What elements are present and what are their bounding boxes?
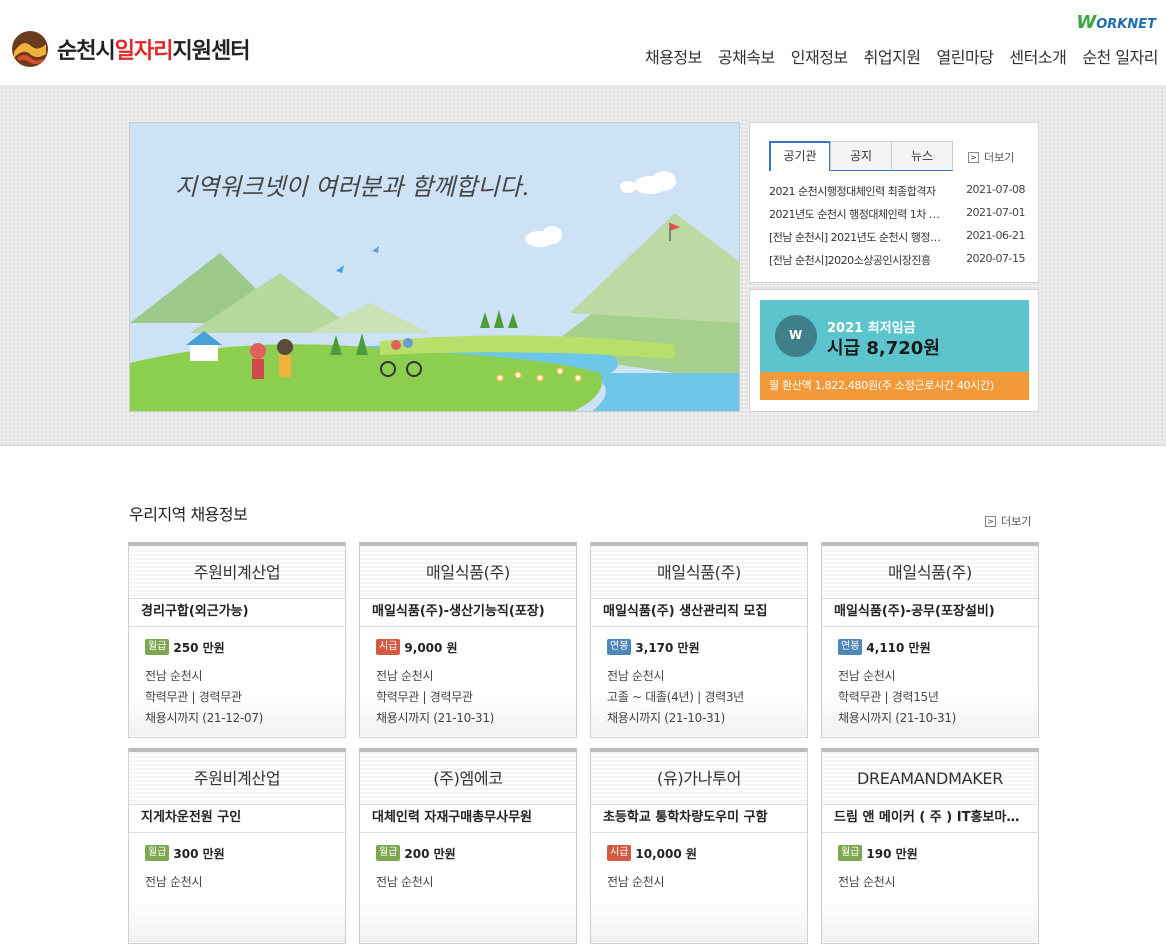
pay-type-badge: 월급 bbox=[145, 845, 170, 861]
banner-slogan: 지역워크넷이 여러분과 함께합니다. bbox=[175, 173, 529, 201]
pay-type-badge: 연봉 bbox=[607, 639, 632, 655]
job-deadline: 채용시까지 (21-10-31) bbox=[838, 711, 957, 725]
job-pay: 3,170 만원 bbox=[635, 640, 700, 655]
worknet-link[interactable]: WORKNET bbox=[1076, 12, 1156, 33]
job-company: 주원비계산업 bbox=[129, 752, 345, 805]
job-deadline: 채용시까지 (21-10-31) bbox=[376, 711, 495, 725]
logo-text: 순천시일자리지원센터 bbox=[57, 39, 250, 64]
job-company: 주원비계산업 bbox=[129, 546, 345, 599]
job-deadline: 채용시까지 (21-12-07) bbox=[145, 711, 264, 725]
job-pay: 10,000 원 bbox=[635, 846, 697, 861]
job-title: 드림 앤 메이커 ( 주 ) IT홍보마케터 bbox=[822, 805, 1038, 833]
job-pay: 250 만원 bbox=[173, 640, 225, 655]
pay-type-badge: 시급 bbox=[607, 845, 632, 861]
job-company: 매일식품(주) bbox=[360, 546, 576, 599]
list-item[interactable]: 2021년도 순천시 행정대체인력 1차 합격자 2021-07-01 bbox=[769, 206, 1025, 229]
job-location: 전남 순천시 bbox=[838, 669, 896, 683]
pay-type-badge: 연봉 bbox=[838, 639, 863, 655]
job-company: 매일식품(주) bbox=[822, 546, 1038, 599]
job-card[interactable]: (유)가나투어 초등학교 통학차량도우미 구함 시급 10,000 원 전남 순천… bbox=[590, 748, 808, 944]
job-pay: 300 만원 bbox=[173, 846, 225, 861]
job-company: (주)엠에코 bbox=[360, 752, 576, 805]
job-card[interactable]: 매일식품(주) 매일식품(주)-공무(포장설비) 연봉 4,110 만원 전남 순… bbox=[821, 542, 1039, 738]
notice-list: 2021 순천시행정대체인력 최종합격자 2021-07-08 2021년도 순천… bbox=[769, 183, 1025, 275]
job-title: 매일식품(주)-생산기능직(포장) bbox=[360, 599, 576, 627]
job-pay: 200 만원 bbox=[404, 846, 456, 861]
job-requirements: 학력무관 | 경력무관 bbox=[145, 690, 242, 704]
site-header: 순천시일자리지원센터 WORKNET 채용정보 공채속보 인재정보 취업지원 열… bbox=[0, 0, 1166, 86]
wage-monthly: 월 환산액 1,822,480원(주 소정근로시간 40시간) bbox=[760, 372, 1029, 400]
list-item[interactable]: [전남 순천시] 2021년도 순천시 행정대체 2021-06-21 bbox=[769, 229, 1025, 252]
job-title: 초등학교 통학차량도우미 구함 bbox=[591, 805, 807, 833]
job-deadline: 채용시까지 (21-10-31) bbox=[607, 711, 726, 725]
notice-more-link[interactable]: > 더보기 bbox=[968, 149, 1014, 165]
tab-news[interactable]: 뉴스 bbox=[891, 141, 953, 171]
site-logo[interactable]: 순천시일자리지원센터 bbox=[11, 30, 250, 68]
notice-tabs: 공기관 공지 뉴스 bbox=[769, 141, 953, 171]
job-requirements: 고졸 ~ 대졸(4년) | 경력3년 bbox=[607, 690, 744, 704]
main-visual-section: 지역워크넷이 여러분과 함께합니다. 공기관 공지 뉴스 > 더보기 2021 … bbox=[0, 86, 1166, 446]
job-requirements: 학력무관 | 경력무관 bbox=[376, 690, 473, 704]
job-company: (유)가나투어 bbox=[591, 752, 807, 805]
job-title: 경리구합(외근가능) bbox=[129, 599, 345, 627]
main-banner[interactable]: 지역워크넷이 여러분과 함께합니다. bbox=[129, 122, 740, 412]
pay-type-badge: 월급 bbox=[145, 639, 170, 655]
job-location: 전남 순천시 bbox=[145, 669, 203, 683]
pay-type-badge: 시급 bbox=[376, 639, 401, 655]
job-pay: 190 만원 bbox=[866, 846, 918, 861]
job-card-grid: 주원비계산업 경리구합(외근가능) 월급 250 만원 전남 순천시 학력무관 |… bbox=[128, 542, 1039, 944]
job-requirements: 학력무관 | 경력15년 bbox=[838, 690, 939, 704]
list-item[interactable]: [전남 순천시]2020소상공인시장진흥 2020-07-15 bbox=[769, 252, 1025, 275]
job-pay: 9,000 원 bbox=[404, 640, 458, 655]
minimum-wage-panel: 2021 최저임금 시급 8,720원 월 환산액 1,822,480원(주 소… bbox=[749, 289, 1039, 412]
job-title: 지게차운전원 구인 bbox=[129, 805, 345, 833]
job-location: 전남 순천시 bbox=[376, 669, 434, 683]
tab-public-agency[interactable]: 공기관 bbox=[769, 141, 831, 171]
job-pay: 4,110 만원 bbox=[866, 640, 931, 655]
wage-value: 시급 8,720원 bbox=[827, 338, 940, 359]
list-item[interactable]: 2021 순천시행정대체인력 최종합격자 2021-07-08 bbox=[769, 183, 1025, 206]
job-card[interactable]: 주원비계산업 지게차운전원 구인 월급 300 만원 전남 순천시 bbox=[128, 748, 346, 944]
chevron-right-icon: > bbox=[985, 515, 996, 527]
main-nav: 채용정보 공채속보 인재정보 취업지원 열린마당 센터소개 순천 일자리 bbox=[645, 44, 1159, 68]
job-card[interactable]: 주원비계산업 경리구합(외근가능) 월급 250 만원 전남 순천시 학력무관 |… bbox=[128, 542, 346, 738]
nav-item-jobs[interactable]: 채용정보 bbox=[645, 44, 702, 68]
pay-type-badge: 월급 bbox=[376, 845, 401, 861]
money-bag-icon bbox=[775, 315, 817, 357]
jobs-section-title: 우리지역 채용정보 bbox=[129, 505, 248, 524]
nav-item-talent[interactable]: 인재정보 bbox=[791, 44, 848, 68]
job-card[interactable]: (주)엠에코 대체인력 자재구매총무사무원 월급 200 만원 전남 순천시 bbox=[359, 748, 577, 944]
job-card[interactable]: DREAMANDMAKER 드림 앤 메이커 ( 주 ) IT홍보마케터 월급 1… bbox=[821, 748, 1039, 944]
nav-item-suncheon-jobs[interactable]: 순천 일자리 bbox=[1082, 44, 1158, 68]
job-title: 매일식품(주) 생산관리직 모집 bbox=[591, 599, 807, 627]
job-company: 매일식품(주) bbox=[591, 546, 807, 599]
chevron-right-icon: > bbox=[968, 151, 979, 163]
jobs-more-link[interactable]: > 더보기 bbox=[985, 513, 1031, 529]
job-location: 전남 순천시 bbox=[607, 669, 665, 683]
nav-item-center-intro[interactable]: 센터소개 bbox=[1009, 44, 1066, 68]
job-card[interactable]: 매일식품(주) 매일식품(주)-생산기능직(포장) 시급 9,000 원 전남 순… bbox=[359, 542, 577, 738]
tab-notice[interactable]: 공지 bbox=[830, 141, 892, 171]
minimum-wage-banner[interactable]: 2021 최저임금 시급 8,720원 월 환산액 1,822,480원(주 소… bbox=[760, 300, 1029, 400]
nav-item-open-forum[interactable]: 열린마당 bbox=[937, 44, 994, 68]
nav-item-recruit-news[interactable]: 공채속보 bbox=[718, 44, 775, 68]
job-card[interactable]: 매일식품(주) 매일식품(주) 생산관리직 모집 연봉 3,170 만원 전남 순… bbox=[590, 542, 808, 738]
pay-type-badge: 월급 bbox=[838, 845, 863, 861]
job-title: 매일식품(주)-공무(포장설비) bbox=[822, 599, 1038, 627]
job-company: DREAMANDMAKER bbox=[822, 752, 1038, 805]
nav-item-employment-support[interactable]: 취업지원 bbox=[864, 44, 921, 68]
job-title: 대체인력 자재구매총무사무원 bbox=[360, 805, 576, 833]
notice-panel: 공기관 공지 뉴스 > 더보기 2021 순천시행정대체인력 최종합격자 2021… bbox=[749, 122, 1039, 283]
logo-emblem-icon bbox=[12, 31, 48, 67]
